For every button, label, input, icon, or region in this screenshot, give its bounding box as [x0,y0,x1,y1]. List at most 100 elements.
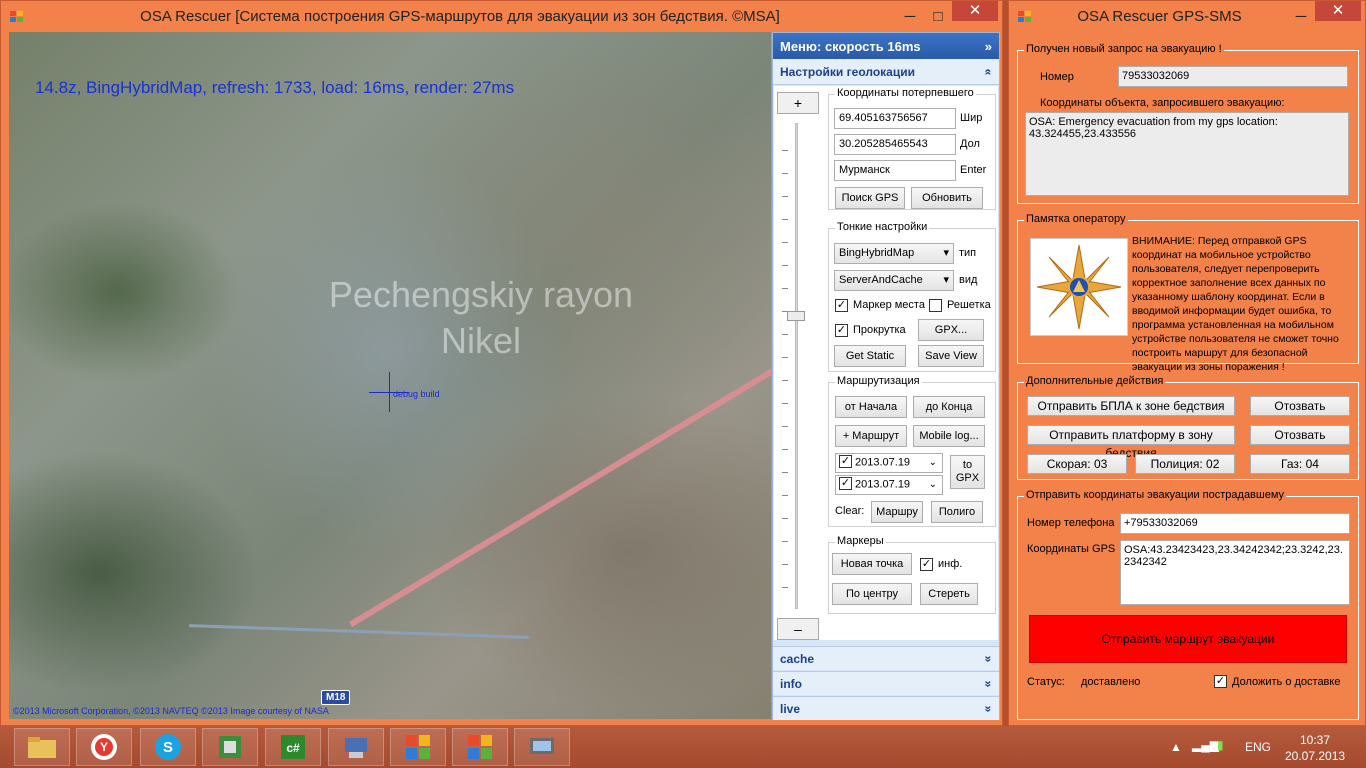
map-type-select[interactable]: BingHybridMap [834,243,954,264]
zoom-out-button[interactable]: – [777,618,819,640]
app-icon [1018,10,1032,23]
chevron-down-icon[interactable]: » [982,705,996,712]
request-group: Получен новый запрос на эвакуацию ! Номе… [1017,43,1359,204]
panel-header[interactable]: Меню: скорость 16ms » [773,33,999,59]
chevron-down-icon[interactable]: » [982,655,996,662]
maximize-button[interactable]: □ [924,8,952,25]
tray-overflow-icon[interactable]: ▲ [1170,740,1182,754]
sms-titlebar[interactable]: OSA Rescuer GPS-SMS ─ ✕ [1009,1,1365,32]
skype-icon[interactable]: S [140,728,196,766]
close-button[interactable]: ✕ [952,1,998,21]
network-app-icon[interactable] [328,728,384,766]
gps-label: Координаты GPS [1027,543,1116,555]
chevron-up-icon[interactable]: « [982,68,996,75]
main-titlebar[interactable]: OSA Rescuer [Система построения GPS-марш… [1,1,1002,32]
add-route-button[interactable]: + Маршрут [835,425,907,447]
grid-checkbox[interactable] [929,299,942,312]
request-message-field[interactable]: OSA: Emergency evacuation from my gps lo… [1025,112,1349,196]
clear-route-button[interactable]: Маршру [871,501,923,523]
battery-icon[interactable]: ▮ [1217,738,1224,752]
svg-text:Y: Y [100,740,108,754]
send-uav-button[interactable]: Отправить БПЛА к зоне бедствия [1027,396,1235,416]
svg-text:c#: c# [286,741,300,755]
phone-input[interactable]: +79533032069 [1120,513,1350,534]
gps-input[interactable]: OSA:43.23423423,23.34242342;23.3242,23.2… [1120,540,1350,605]
coords-legend: Координаты потерпевшего [835,87,976,99]
zoom-slider-thumb[interactable] [787,311,805,321]
city-input[interactable]: Мурманск [834,160,956,181]
close-button[interactable]: ✕ [1315,1,1361,21]
signal-icon[interactable]: ▂▄▆ [1192,738,1219,752]
chevron-right-icon[interactable]: » [985,39,992,54]
zoom-in-button[interactable]: + [777,92,819,114]
report-delivery-checkbox[interactable]: ✓ [1214,675,1227,688]
section-geolocation-label: Настройки геолокации [780,64,915,79]
map-type-label: тип [959,247,977,259]
city-enter-label: Enter [960,164,987,176]
center-button[interactable]: По центру [832,583,912,605]
section-live[interactable]: live » [773,696,999,720]
start-date-picker[interactable]: ✓ 2013.07.19 ⌄ [835,453,943,473]
end-date-checkbox[interactable]: ✓ [839,477,852,490]
latitude-input[interactable]: 69.405163756567 [834,108,956,129]
get-static-button[interactable]: Get Static [834,345,906,367]
minimize-button[interactable]: ─ [896,8,924,25]
gas-button[interactable]: Газ: 04 [1250,454,1350,474]
mobile-log-button[interactable]: Mobile log... [913,425,985,447]
send-platform-button[interactable]: Отправить платформу в зону бедствия [1027,425,1235,460]
zoom-ticks [782,128,788,608]
osa-rescuer-gps-sms-icon[interactable] [452,728,508,766]
ambulance-button[interactable]: Скорая: 03 [1027,454,1127,474]
route-to-end-button[interactable]: до Конца [913,396,985,418]
gpx-button[interactable]: GPX... [918,319,984,341]
zoom-slider[interactable] [795,123,798,609]
to-gpx-button[interactable]: to GPX [950,455,985,489]
recall-uav-button[interactable]: Отозвать [1250,396,1350,416]
police-button[interactable]: Полиция: 02 [1135,454,1235,474]
new-point-button[interactable]: Новая точка [832,553,912,575]
csharp-icon[interactable]: c# [265,728,321,766]
section-cache-label: cache [780,651,815,666]
clock-time[interactable]: 10:37 [1300,733,1330,747]
recall-platform-button[interactable]: Отозвать [1250,425,1350,445]
refresh-button[interactable]: Обновить [911,187,983,209]
longitude-input[interactable]: 30.205285465543 [834,134,956,155]
section-cache[interactable]: cache » [773,646,999,670]
map-view[interactable]: 14.8z, BingHybridMap, refresh: 1733, loa… [9,32,771,719]
end-date-picker[interactable]: ✓ 2013.07.19 ⌄ [835,475,943,495]
file-explorer-icon[interactable] [14,728,70,766]
info-checkbox[interactable]: ✓ [920,558,933,571]
chevron-down-icon[interactable]: » [982,680,996,687]
osa-rescuer-icon[interactable] [390,728,446,766]
memo-legend: Памятка оператору [1024,213,1128,225]
panel-header-label: Меню: скорость 16ms [780,38,921,54]
erase-button[interactable]: Стереть [920,583,978,605]
yandex-browser-icon[interactable]: Y [76,728,132,766]
send-route-button[interactable]: Отправить маршрут эвакуации [1029,615,1347,663]
request-legend: Получен новый запрос на эвакуацию ! [1024,43,1224,55]
start-date-checkbox[interactable]: ✓ [839,455,852,468]
clock-date[interactable]: 20.07.2013 [1285,749,1345,763]
remote-desktop-icon[interactable] [514,728,570,766]
actions-legend: Дополнительные действия [1024,375,1166,387]
clear-label: Clear: [835,505,865,517]
marker-checkbox[interactable]: ✓ [835,299,848,312]
request-number-field[interactable]: 79533032069 [1118,66,1348,87]
scroll-checkbox[interactable]: ✓ [835,324,848,337]
language-indicator[interactable]: ENG [1245,740,1271,754]
minimize-button[interactable]: ─ [1287,8,1315,25]
text-editor-icon[interactable] [202,728,258,766]
map-mode-select[interactable]: ServerAndCache [834,270,954,291]
save-view-button[interactable]: Save View [918,345,984,367]
section-geolocation[interactable]: Настройки геолокации « [773,59,999,85]
road-sign: M18 [321,690,351,705]
clear-polygon-button[interactable]: Полиго [931,501,983,523]
map-highway [349,343,771,628]
section-info[interactable]: info » [773,671,999,695]
send-coords-group: Отправить координаты эвакуации пострадав… [1017,489,1359,720]
send-coords-legend: Отправить координаты эвакуации пострадав… [1024,489,1287,501]
chevron-down-icon: ⌄ [928,457,937,468]
route-from-start-button[interactable]: от Начала [835,396,907,418]
search-gps-button[interactable]: Поиск GPS [835,187,905,209]
routing-group: Маршрутизация от Начала до Конца + Маршр… [828,375,996,527]
